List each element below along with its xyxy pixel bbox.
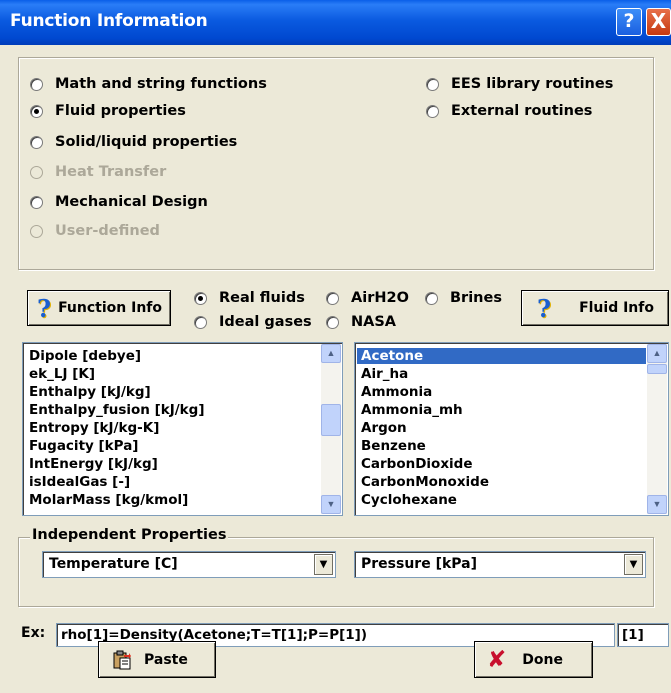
scroll-up-icon[interactable]: ▲	[321, 344, 341, 363]
radio-dot-selected	[30, 104, 43, 118]
question-mark-icon: ?	[37, 293, 52, 323]
dropdown-arrow-icon[interactable]: ▼	[624, 554, 643, 575]
radio-label: Mechanical Design	[55, 194, 208, 210]
example-index-field[interactable]: [1]	[617, 623, 669, 647]
help-icon[interactable]: ?	[616, 8, 642, 36]
scroll-down-icon[interactable]: ▼	[647, 495, 667, 514]
radio-dot	[426, 77, 439, 91]
radio-user-defined: User-defined	[30, 223, 160, 239]
radio-dot-selected	[194, 291, 207, 305]
list-item-selected[interactable]: Acetone	[357, 348, 646, 364]
radio-label: User-defined	[55, 223, 160, 239]
radio-dot	[326, 315, 339, 329]
list-item[interactable]: ek_LJ [K]	[29, 366, 95, 382]
list-item[interactable]: CarbonMonoxide	[361, 474, 489, 490]
radio-label: Ideal gases	[219, 314, 312, 330]
radio-dot	[425, 291, 438, 305]
example-label: Ex:	[21, 625, 46, 641]
radio-dot	[30, 224, 43, 238]
independent-properties-legend: Independent Properties	[30, 527, 229, 543]
radio-real-fluids[interactable]: Real fluids	[194, 290, 305, 306]
list-item[interactable]: IntEnergy [kJ/kg]	[29, 456, 158, 472]
list-item[interactable]: Argon	[361, 420, 407, 436]
function-info-button[interactable]: ? Function Info	[27, 290, 171, 326]
radio-ideal-gases[interactable]: Ideal gases	[194, 314, 312, 330]
radio-label: Fluid properties	[55, 103, 186, 119]
scrollbar-thumb[interactable]	[321, 404, 341, 436]
radio-label: Heat Transfer	[55, 164, 167, 180]
close-icon[interactable]: X	[646, 8, 671, 36]
radio-solid-liquid[interactable]: Solid/liquid properties	[30, 134, 237, 150]
fluid-info-button[interactable]: ? Fluid Info	[521, 290, 669, 326]
window-title: Function Information	[10, 11, 208, 31]
radio-dot	[30, 195, 43, 209]
list-item[interactable]: isIdealGas [-]	[29, 474, 130, 490]
radio-fluid-properties[interactable]: Fluid properties	[30, 103, 186, 119]
list-item[interactable]: Benzene	[361, 438, 426, 454]
radio-mechanical-design[interactable]: Mechanical Design	[30, 194, 208, 210]
radio-label: AirH2O	[351, 290, 409, 306]
fluid-info-label: Fluid Info	[579, 300, 654, 316]
radio-external-routines[interactable]: External routines	[426, 103, 592, 119]
radio-dot	[30, 135, 43, 149]
radio-label: NASA	[351, 314, 397, 330]
property-listbox[interactable]: Dipole [debye] ek_LJ [K] Enthalpy [kJ/kg…	[22, 342, 343, 516]
function-info-label: Function Info	[58, 300, 162, 316]
done-button[interactable]: ✘ Done	[474, 641, 593, 678]
independent-property-2-select[interactable]: Pressure [kPa] ▼	[354, 551, 646, 578]
list-item[interactable]: Air_ha	[361, 366, 408, 382]
paste-icon	[112, 650, 132, 670]
function-information-dialog: Function Information ? X Math and string…	[0, 0, 671, 693]
fluid-listbox[interactable]: Acetone Air_ha Ammonia Ammonia_mh Argon …	[354, 342, 669, 516]
radio-dot	[326, 291, 339, 305]
list-item[interactable]: Enthalpy [kJ/kg]	[29, 384, 151, 400]
radio-airh2o[interactable]: AirH2O	[326, 290, 409, 306]
radio-label: Math and string functions	[55, 76, 267, 92]
list-item[interactable]: Dipole [debye]	[29, 348, 141, 364]
radio-label: EES library routines	[451, 76, 614, 92]
scroll-up-icon[interactable]: ▲	[647, 344, 667, 363]
select-value: Temperature [C]	[49, 556, 178, 572]
fluid-list-scrollbar[interactable]: ▲ ▼	[647, 344, 667, 514]
radio-dot	[30, 165, 43, 179]
radio-dot	[30, 77, 43, 91]
dropdown-arrow-icon[interactable]: ▼	[314, 554, 333, 575]
example-index: [1]	[622, 627, 644, 643]
list-item[interactable]: Enthalpy_fusion [kJ/kg]	[29, 402, 205, 418]
independent-property-1-select[interactable]: Temperature [C] ▼	[42, 551, 336, 578]
radio-label: External routines	[451, 103, 593, 119]
list-item[interactable]: Ammonia	[361, 384, 432, 400]
list-item[interactable]: Ammonia_mh	[361, 402, 463, 418]
scrollbar-thumb[interactable]	[647, 364, 667, 374]
done-x-icon: ✘	[487, 646, 507, 673]
radio-brines[interactable]: Brines	[425, 290, 502, 306]
radio-nasa[interactable]: NASA	[326, 314, 396, 330]
list-item[interactable]: MolarMass [kg/kmol]	[29, 492, 188, 508]
done-label: Done	[522, 651, 563, 668]
list-item[interactable]: Fugacity [kPa]	[29, 438, 138, 454]
title-bar: Function Information ? X	[0, 0, 671, 45]
question-mark-icon: ?	[537, 293, 552, 323]
paste-button[interactable]: Paste	[98, 641, 216, 678]
radio-label: Brines	[450, 290, 502, 306]
list-item[interactable]: CarbonDioxide	[361, 456, 473, 472]
list-item[interactable]: Cyclohexane	[361, 492, 457, 508]
select-value: Pressure [kPa]	[361, 556, 478, 572]
list-item[interactable]: Entropy [kJ/kg-K]	[29, 420, 159, 436]
radio-heat-transfer: Heat Transfer	[30, 164, 166, 180]
radio-math-string[interactable]: Math and string functions	[30, 76, 267, 92]
radio-dot	[426, 104, 439, 118]
radio-label: Solid/liquid properties	[55, 134, 238, 150]
radio-label: Real fluids	[219, 290, 305, 306]
radio-dot	[194, 315, 207, 329]
paste-label: Paste	[144, 651, 188, 668]
property-list-scrollbar[interactable]: ▲ ▼	[321, 344, 341, 514]
radio-ees-library[interactable]: EES library routines	[426, 76, 613, 92]
scroll-down-icon[interactable]: ▼	[321, 495, 341, 514]
